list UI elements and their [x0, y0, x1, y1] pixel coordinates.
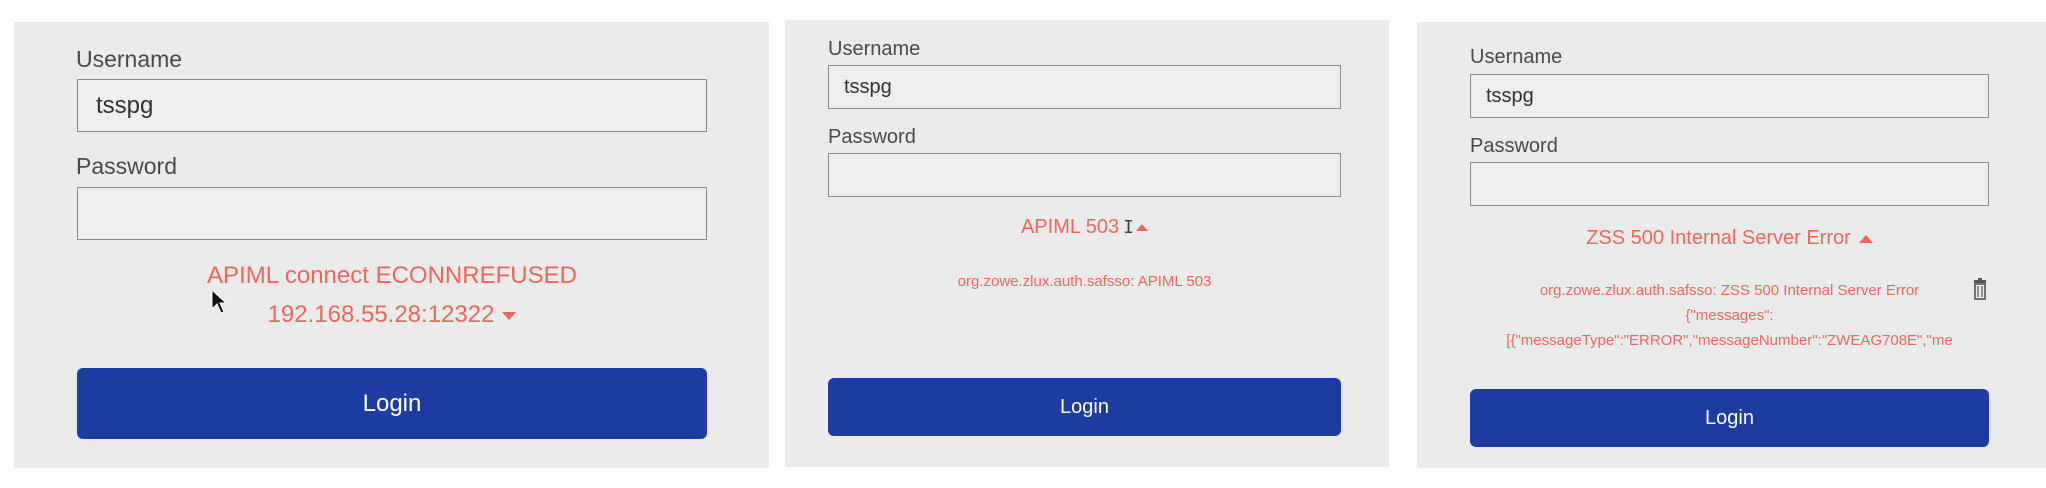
username-label: Username — [828, 38, 921, 60]
username-value: tsspg — [844, 75, 892, 98]
error-detail: org.zowe.zlux.auth.safsso: APIML 503 — [957, 273, 1212, 290]
username-field[interactable]: tsspg — [77, 79, 707, 132]
login-panel-3: Username tsspg Password ZSS 500 Internal… — [1417, 22, 2046, 468]
error-title: ZSS 500 Internal Server Error — [1586, 227, 1851, 249]
chevron-up-icon[interactable] — [1136, 224, 1149, 232]
login-panel-1: Username tsspg Password APIML connect EC… — [14, 22, 769, 468]
error-title: APIML 503 — [1020, 216, 1120, 238]
trash-icon[interactable] — [1973, 278, 1987, 300]
username-label: Username — [76, 46, 183, 72]
login-button[interactable]: Login — [77, 368, 707, 439]
error-detail-line1: org.zowe.zlux.auth.safsso: ZSS 500 Inter… — [1539, 282, 1920, 299]
username-label: Username — [1470, 46, 1563, 68]
password-field[interactable] — [828, 153, 1341, 197]
text-cursor-icon: I — [1123, 217, 1135, 239]
login-panel-2: Username tsspg Password APIML 503 I org.z… — [785, 20, 1389, 467]
password-label: Password — [76, 153, 177, 179]
mouse-pointer-icon — [211, 289, 227, 314]
error-address: 192.168.55.28:12322 — [267, 301, 495, 328]
login-button[interactable]: Login — [1470, 389, 1989, 447]
error-message-line2[interactable]: 192.168.55.28:12322 — [77, 301, 707, 329]
login-button[interactable]: Login — [828, 378, 1341, 436]
username-field[interactable]: tsspg — [1470, 74, 1989, 118]
password-field[interactable] — [77, 187, 707, 240]
username-value: tsspg — [96, 91, 154, 119]
chevron-up-icon[interactable] — [1858, 234, 1873, 243]
error-message[interactable]: APIML 503 I — [828, 216, 1341, 239]
error-message[interactable]: ZSS 500 Internal Server Error — [1470, 227, 1989, 250]
password-label: Password — [828, 126, 916, 148]
username-field[interactable]: tsspg — [828, 65, 1341, 109]
error-detail-line3: [{"messageType":"ERROR","messageNumber":… — [1506, 332, 1953, 349]
password-field[interactable] — [1470, 162, 1989, 206]
chevron-down-icon[interactable] — [502, 311, 517, 320]
error-detail-line2: {"messages": — [1685, 307, 1774, 324]
password-label: Password — [1470, 135, 1558, 157]
error-message-line1: APIML connect ECONNREFUSED — [207, 262, 577, 289]
username-value: tsspg — [1486, 84, 1534, 107]
